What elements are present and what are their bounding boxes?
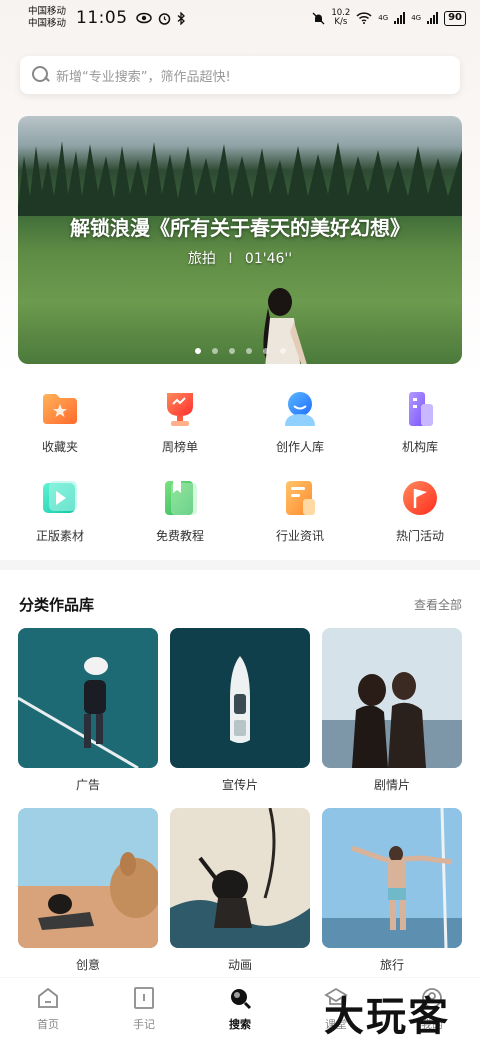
folder-star-icon [43, 394, 77, 424]
category-label: 旅行 [379, 958, 404, 972]
nav-label: 手记 [133, 1018, 155, 1031]
nav-home[interactable]: 首页 [0, 978, 96, 1040]
battery-icon: 90 [444, 10, 466, 26]
category-drama-image [322, 628, 462, 768]
nav-search[interactable]: 搜索 [192, 978, 288, 1040]
carousel-dot[interactable] [194, 348, 201, 354]
category-promo-film-image [170, 628, 310, 768]
banner-forest-image [18, 141, 462, 216]
wifi-icon [356, 12, 372, 24]
alarm-icon [158, 12, 170, 25]
nav-notes[interactable]: 手记 [96, 978, 192, 1040]
nav-label: 搜索 [229, 1018, 251, 1031]
search-bar[interactable]: 新增“专业搜索”，筛作品超快! [20, 56, 460, 94]
category-animation[interactable]: 动画 [170, 808, 310, 974]
quick-link-label: 热门活动 [395, 529, 444, 543]
quick-link-label: 收藏夹 [41, 440, 78, 454]
banner-duration: 01'46'' [244, 251, 293, 267]
category-label: 创意 [75, 958, 100, 972]
speed-unit: K/s [334, 17, 348, 27]
category-drama[interactable]: 剧情片 [322, 628, 462, 794]
book-bookmark-icon [165, 481, 197, 515]
network-type-1: 4G [378, 14, 389, 22]
trophy-icon [167, 393, 193, 426]
section-divider [0, 560, 480, 570]
quick-link-label: 正版素材 [35, 529, 84, 543]
carrier-2: 中国移动 [28, 18, 67, 29]
category-label: 动画 [227, 958, 252, 972]
quick-links-grid: 收藏夹 周榜单 创作人库 机构库 正版素材 免费教程 行业资讯 热门活动 [0, 388, 480, 544]
quick-link-industry-news[interactable]: 行业资讯 [240, 477, 360, 544]
quick-link-label: 机构库 [401, 440, 438, 454]
carousel-dot[interactable] [245, 348, 252, 354]
building-icon [409, 392, 433, 426]
eye-icon [135, 12, 152, 24]
clock: 11:05 [76, 8, 128, 28]
signal-1-icon [394, 12, 406, 24]
notebook-icon [134, 987, 154, 1009]
section-title: 分类作品库 [19, 596, 95, 614]
category-travel[interactable]: 旅行 [322, 808, 462, 974]
category-promo-film[interactable]: 宣传片 [170, 628, 310, 794]
quick-link-label: 免费教程 [155, 529, 204, 543]
banner-separator: I [228, 251, 233, 267]
quick-link-free-tutorials[interactable]: 免费教程 [120, 477, 240, 544]
featured-banner[interactable]: 解锁浪漫《所有关于春天的美好幻想》 旅拍 I 01'46'' [18, 116, 462, 364]
news-document-icon [286, 481, 315, 515]
network-type-2: 4G [411, 14, 422, 22]
bluetooth-icon [177, 11, 185, 25]
category-creative[interactable]: 创意 [18, 808, 158, 974]
category-grid: 广告 宣传片 剧情片 创意 动画 旅行 [18, 628, 462, 974]
quick-link-weekly-chart[interactable]: 周榜单 [120, 388, 240, 455]
nav-label: 首页 [37, 1018, 59, 1031]
search-icon [32, 66, 50, 84]
banner-title: 解锁浪漫《所有关于春天的美好幻想》 [70, 216, 410, 240]
search-icon [231, 989, 252, 1010]
banner-meta: 旅拍 I 01'46'' [18, 248, 462, 268]
quick-link-licensed-assets[interactable]: 正版素材 [0, 477, 120, 544]
carrier-1: 中国移动 [28, 6, 67, 17]
carousel-dots [18, 348, 462, 354]
quick-link-label: 周榜单 [161, 440, 198, 454]
signal-2-icon [427, 12, 439, 24]
quick-link-label: 创作人库 [275, 440, 324, 454]
category-label: 宣传片 [221, 778, 258, 792]
category-travel-image [322, 808, 462, 948]
view-all-link[interactable]: 查看全部 [414, 596, 462, 613]
quick-link-hot-events[interactable]: 热门活动 [360, 477, 480, 544]
home-icon [38, 987, 58, 1008]
category-animation-image [170, 808, 310, 948]
category-creative-image [18, 808, 158, 948]
quick-link-label: 行业资讯 [275, 529, 324, 543]
carousel-dot[interactable] [211, 348, 218, 354]
carousel-dot[interactable] [228, 348, 235, 354]
carousel-dot[interactable] [262, 348, 269, 354]
quick-link-creators[interactable]: 创作人库 [240, 388, 360, 455]
watermark-logo: 大玩客 [324, 994, 450, 1040]
search-placeholder: 新增“专业搜索”，筛作品超快! [56, 69, 231, 85]
quick-link-agencies[interactable]: 机构库 [360, 388, 480, 455]
category-advertising-image [18, 628, 158, 768]
creator-avatar-icon [285, 392, 315, 426]
network-speed: 10.2 K/s [331, 9, 350, 27]
category-advertising[interactable]: 广告 [18, 628, 158, 794]
flag-icon [403, 481, 437, 515]
video-play-icon [43, 481, 77, 513]
quick-link-favorites[interactable]: 收藏夹 [0, 388, 120, 455]
banner-category: 旅拍 [187, 251, 216, 267]
carrier-info: 中国移动 中国移动 [28, 6, 66, 30]
status-bar: 中国移动 中国移动 11:05 10.2 K/s 4G 4G 90 [0, 0, 480, 36]
category-label: 剧情片 [373, 778, 410, 792]
carousel-dot[interactable] [279, 348, 286, 354]
mute-bell-icon [312, 12, 325, 24]
category-label: 广告 [75, 778, 100, 792]
